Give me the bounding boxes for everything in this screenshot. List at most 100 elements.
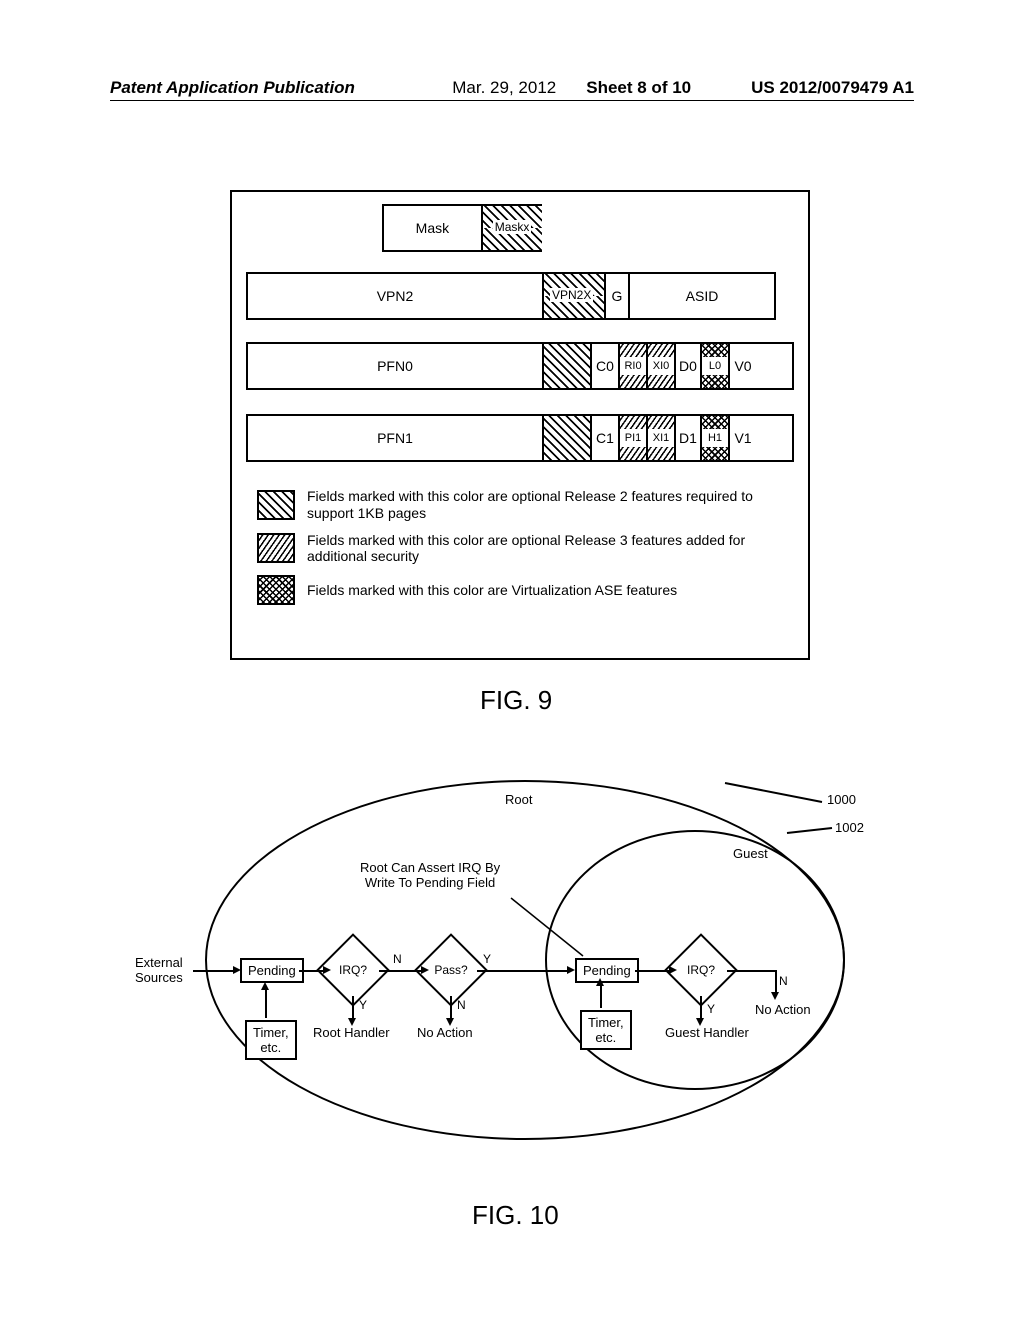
node-irq-guest: IRQ? xyxy=(675,944,727,996)
node-pending-root: Pending xyxy=(240,958,304,983)
fig9-row-vpn2: VPN2 VPN2X G ASID xyxy=(246,272,776,320)
legend-text-release3: Fields marked with this color are option… xyxy=(307,532,783,566)
arrowhead-icon xyxy=(567,966,575,974)
arrow-irq-guest-n-h xyxy=(727,970,777,972)
irq-guest-label: IRQ? xyxy=(687,963,715,977)
node-pass: Pass? xyxy=(425,944,477,996)
arrow-irq-guest-y xyxy=(700,996,702,1020)
arrowhead-icon xyxy=(323,966,331,974)
fig9-container: Mask Maskx VPN2 VPN2X G ASID PFN0 C0 RI0… xyxy=(230,190,810,660)
hatch-cross-icon xyxy=(702,416,728,429)
hatch-back-icon xyxy=(620,447,646,460)
fig10-caption: FIG. 10 xyxy=(472,1200,559,1231)
label-root-handler: Root Handler xyxy=(313,1025,390,1040)
label-external-sources: External Sources xyxy=(135,955,183,985)
header-date: Mar. 29, 2012 xyxy=(452,78,556,98)
hatch-cross-icon xyxy=(257,575,295,605)
cell-d0: D0 xyxy=(676,344,702,388)
arrow-ext-to-pending xyxy=(193,970,237,972)
cell-maskx: Maskx xyxy=(483,206,542,250)
legend-row-virtualization: Fields marked with this color are Virtua… xyxy=(257,575,783,605)
page-header: Patent Application Publication Mar. 29, … xyxy=(110,78,914,101)
hatch-back-icon xyxy=(620,375,646,388)
arrow-irq-guest-n-v xyxy=(775,970,777,994)
node-timer-root: Timer, etc. xyxy=(245,1020,297,1060)
l0-label: L0 xyxy=(702,357,728,375)
cell-vpn2x: VPN2X xyxy=(544,274,606,318)
label-guest-handler: Guest Handler xyxy=(665,1025,749,1040)
fig9-caption: FIG. 9 xyxy=(480,685,552,716)
label-n-irq-guest: N xyxy=(779,974,788,988)
fig9-row-pfn1: PFN1 C1 PI1 XI1 D1 H1 V1 xyxy=(246,414,794,462)
hatch-icon xyxy=(257,490,295,520)
ref-1000: 1000 xyxy=(827,792,856,807)
cell-v0: V0 xyxy=(730,344,756,388)
arrowhead-icon xyxy=(348,1018,356,1026)
cell-asid: ASID xyxy=(630,274,774,318)
node-timer-guest: Timer, etc. xyxy=(580,1010,632,1050)
legend-row-release2: Fields marked with this color are option… xyxy=(257,488,783,522)
legend-text-virtualization: Fields marked with this color are Virtua… xyxy=(307,582,677,599)
cell-v1: V1 xyxy=(730,416,756,460)
label-y-irq-root: Y xyxy=(359,998,367,1012)
hatch-icon xyxy=(544,416,592,460)
header-pubno: US 2012/0079479 A1 xyxy=(751,78,914,98)
arrowhead-icon xyxy=(261,982,269,990)
label-n-pass: N xyxy=(457,998,466,1012)
arrowhead-icon xyxy=(669,966,677,974)
cell-c1: C1 xyxy=(592,416,620,460)
arrow-pending-to-irq-guest xyxy=(635,970,673,972)
cell-pfn0: PFN0 xyxy=(248,344,544,388)
cell-g: G xyxy=(606,274,630,318)
xi1-label: XI1 xyxy=(648,429,674,447)
fig10-container: Root Guest 1000 1002 External Sources Ro… xyxy=(135,780,855,1180)
cell-l0: L0 xyxy=(702,344,730,388)
arrowhead-icon xyxy=(421,966,429,974)
hatch-back-icon xyxy=(648,447,674,460)
hatch-back-icon xyxy=(620,344,646,357)
label-y-irq-guest: Y xyxy=(707,1002,715,1016)
header-sheet: Sheet 8 of 10 xyxy=(586,78,691,98)
arrowhead-icon xyxy=(696,1018,704,1026)
hatch-cross-icon xyxy=(702,447,728,460)
arrow-irq-root-y xyxy=(352,996,354,1020)
cell-xi1: XI1 xyxy=(648,416,676,460)
arrowhead-icon xyxy=(596,978,604,986)
arrowhead-icon xyxy=(233,966,241,974)
arrow-timer-to-pending-guest xyxy=(600,984,602,1008)
cell-mask: Mask xyxy=(384,206,483,250)
h1-label: H1 xyxy=(702,429,728,447)
fig9-legend: Fields marked with this color are option… xyxy=(257,488,783,615)
arrow-irq-to-pass xyxy=(379,970,425,972)
cell-pfn1: PFN1 xyxy=(248,416,544,460)
arrow-pass-to-pending-guest xyxy=(477,970,571,972)
hatch-cross-icon xyxy=(702,375,728,388)
xi0-label: XI0 xyxy=(648,357,674,375)
leader-lines xyxy=(135,780,895,900)
arrow-pass-n xyxy=(450,996,452,1020)
fig9-row-pfn0: PFN0 C0 RI0 XI0 D0 L0 V0 xyxy=(246,342,794,390)
label-no-action-root: No Action xyxy=(417,1025,473,1040)
vpn2x-label: VPN2X xyxy=(550,288,593,302)
ref-1002: 1002 xyxy=(835,820,864,835)
hatch-back-icon xyxy=(648,416,674,429)
label-assert-irq: Root Can Assert IRQ By Write To Pending … xyxy=(360,860,500,890)
fig9-row-mask: Mask Maskx xyxy=(382,204,542,252)
arrowhead-icon xyxy=(771,992,779,1000)
label-no-action-guest: No Action xyxy=(755,1002,811,1017)
node-irq-root: IRQ? xyxy=(327,944,379,996)
cell-c0: C0 xyxy=(592,344,620,388)
hatch-cross-icon xyxy=(702,344,728,357)
hatch-icon xyxy=(544,344,592,388)
hatch-back-icon xyxy=(648,344,674,357)
cell-pi1: PI1 xyxy=(620,416,648,460)
label-n-irq-root: N xyxy=(393,952,402,966)
legend-row-release3: Fields marked with this color are option… xyxy=(257,532,783,566)
pass-label: Pass? xyxy=(434,963,467,977)
irq-root-label: IRQ? xyxy=(339,963,367,977)
maskx-label: Maskx xyxy=(493,220,532,234)
arrow-timer-to-pending-root xyxy=(265,988,267,1018)
label-y-pass: Y xyxy=(483,952,491,966)
ri0-label: RI0 xyxy=(620,357,646,375)
header-publication: Patent Application Publication xyxy=(110,78,452,98)
